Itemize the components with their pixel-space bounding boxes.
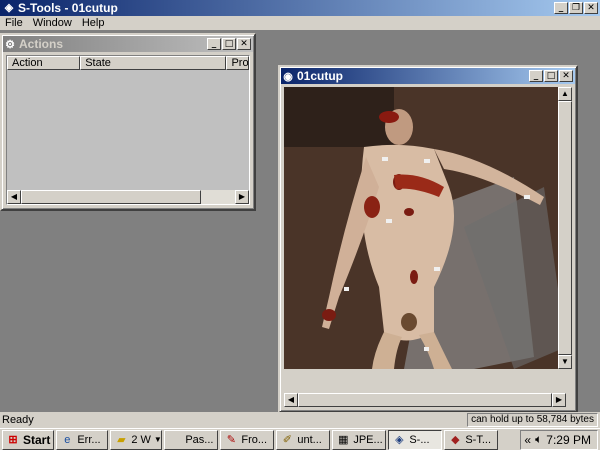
column-header-state[interactable]: State xyxy=(80,56,227,70)
actions-list[interactable]: Action State Pro ◀ ▶ xyxy=(6,55,250,205)
chevron-down-icon: ▼ xyxy=(153,435,162,444)
image-window[interactable]: ◉ 01cutup _ □ ✕ ▲ ▼ ◀ ▶ xyxy=(278,65,578,413)
start-label: Start xyxy=(23,432,51,447)
scroll-up-icon[interactable]: ▲ xyxy=(558,87,572,101)
column-header-action[interactable]: Action xyxy=(7,56,81,70)
taskbar-button-paste[interactable]: Pas... xyxy=(164,429,219,450)
actions-window[interactable]: ⚙ Actions _ □ ✕ Action State Pro ◀ ▶ xyxy=(0,33,256,211)
actions-maximize-button[interactable]: □ xyxy=(222,38,236,50)
image-icon: ◉ xyxy=(283,70,293,83)
paint-icon: ✐ xyxy=(282,433,292,446)
status-text: Ready xyxy=(2,414,34,426)
document-icon xyxy=(168,433,182,447)
actions-list-header: Action State Pro xyxy=(7,56,250,70)
vertical-scroll-thumb[interactable] xyxy=(558,101,572,355)
image-maximize-button[interactable]: □ xyxy=(544,70,558,82)
restore-button[interactable]: ❐ xyxy=(569,2,583,14)
taskbar: ⊞ Start e Err... ▰ 2 W ▼ Pas... ✎ Fro...… xyxy=(0,428,600,450)
menu-window[interactable]: Window xyxy=(28,17,77,29)
actions-icon: ⚙ xyxy=(5,38,15,51)
status-bar: Ready can hold up to 58,784 bytes xyxy=(0,412,600,428)
s-tools-icon: ◆ xyxy=(451,433,460,446)
volume-icon[interactable]: 🔈︎ xyxy=(535,432,542,447)
taskbar-button-s-tools-active[interactable]: ◈ S-... xyxy=(388,429,443,450)
editor-icon: ✎ xyxy=(226,433,236,446)
image-file-icon: ▦ xyxy=(338,433,349,446)
minimize-button[interactable]: _ xyxy=(554,2,568,14)
image-scroll-right-icon[interactable]: ▶ xyxy=(552,393,566,407)
s-tools-icon: ◈ xyxy=(4,2,14,14)
app-title: S-Tools - 01cutup xyxy=(18,1,118,15)
menu-bar: File Window Help xyxy=(0,16,600,30)
taskbar-button-s-tools[interactable]: ◆ S-T... xyxy=(444,429,499,450)
taskbar-label: Fro... xyxy=(241,433,268,446)
image-close-button[interactable]: ✕ xyxy=(559,70,573,82)
horizontal-scroll-thumb[interactable] xyxy=(298,393,552,407)
taskbar-label: S-T... xyxy=(465,433,492,446)
taskbar-label: JPE... xyxy=(353,433,383,446)
folder-icon: ▰ xyxy=(117,433,126,446)
scroll-down-icon[interactable]: ▼ xyxy=(558,355,572,369)
column-header-progress[interactable]: Pro xyxy=(226,56,250,70)
image-minimize-button[interactable]: _ xyxy=(529,70,543,82)
taskbar-button-untitled[interactable]: ✐ unt... xyxy=(276,429,331,450)
actions-window-title-bar[interactable]: ⚙ Actions _ □ ✕ xyxy=(3,36,253,52)
taskbar-label: 2 W xyxy=(131,433,151,446)
menu-file[interactable]: File xyxy=(0,17,28,29)
taskbar-label: unt... xyxy=(297,433,322,446)
image-scroll-left-icon[interactable]: ◀ xyxy=(284,393,298,407)
actions-minimize-button[interactable]: _ xyxy=(207,38,221,50)
actions-horizontal-scrollbar[interactable]: ◀ ▶ xyxy=(7,190,249,204)
taskbar-button-jpeg[interactable]: ▦ JPE... xyxy=(332,429,387,450)
s-tools-icon: ◈ xyxy=(395,433,404,446)
image-window-title: 01cutup xyxy=(297,69,344,83)
app-title-bar[interactable]: ◈ S-Tools - 01cutup _ ❐ ✕ xyxy=(0,0,600,16)
clock[interactable]: 7:29 PM xyxy=(546,433,591,447)
taskbar-label: S-... xyxy=(409,433,430,446)
image-canvas[interactable] xyxy=(284,87,566,369)
actions-window-title: Actions xyxy=(19,37,64,51)
taskbar-button-front[interactable]: ✎ Fro... xyxy=(220,429,275,450)
start-button[interactable]: ⊞ Start xyxy=(2,429,55,450)
image-content xyxy=(284,87,566,369)
scroll-right-icon[interactable]: ▶ xyxy=(235,190,249,204)
scroll-thumb[interactable] xyxy=(21,190,201,204)
browser-icon: e xyxy=(64,433,71,446)
capacity-status: can hold up to 58,784 bytes xyxy=(467,413,598,427)
image-vertical-scrollbar[interactable]: ▲ ▼ xyxy=(558,87,572,369)
close-button[interactable]: ✕ xyxy=(584,2,598,14)
windows-logo-icon: ⊞ xyxy=(8,433,18,446)
tray-chevron[interactable]: « xyxy=(524,433,531,447)
taskbar-label: Pas... xyxy=(185,433,214,446)
scroll-left-icon[interactable]: ◀ xyxy=(7,190,21,204)
system-tray: « 🔈︎ 7:29 PM xyxy=(520,429,598,450)
mdi-client-area: ⚙ Actions _ □ ✕ Action State Pro ◀ ▶ ◉ 0… xyxy=(0,30,600,413)
taskbar-button-folder[interactable]: ▰ 2 W ▼ xyxy=(110,429,163,450)
taskbar-label: Err... xyxy=(77,433,101,446)
taskbar-button-error[interactable]: e Err... xyxy=(56,429,109,450)
actions-close-button[interactable]: ✕ xyxy=(237,38,251,50)
menu-help[interactable]: Help xyxy=(77,17,110,29)
image-window-title-bar[interactable]: ◉ 01cutup _ □ ✕ xyxy=(281,68,575,84)
image-horizontal-scrollbar[interactable]: ◀ ▶ xyxy=(284,393,566,407)
